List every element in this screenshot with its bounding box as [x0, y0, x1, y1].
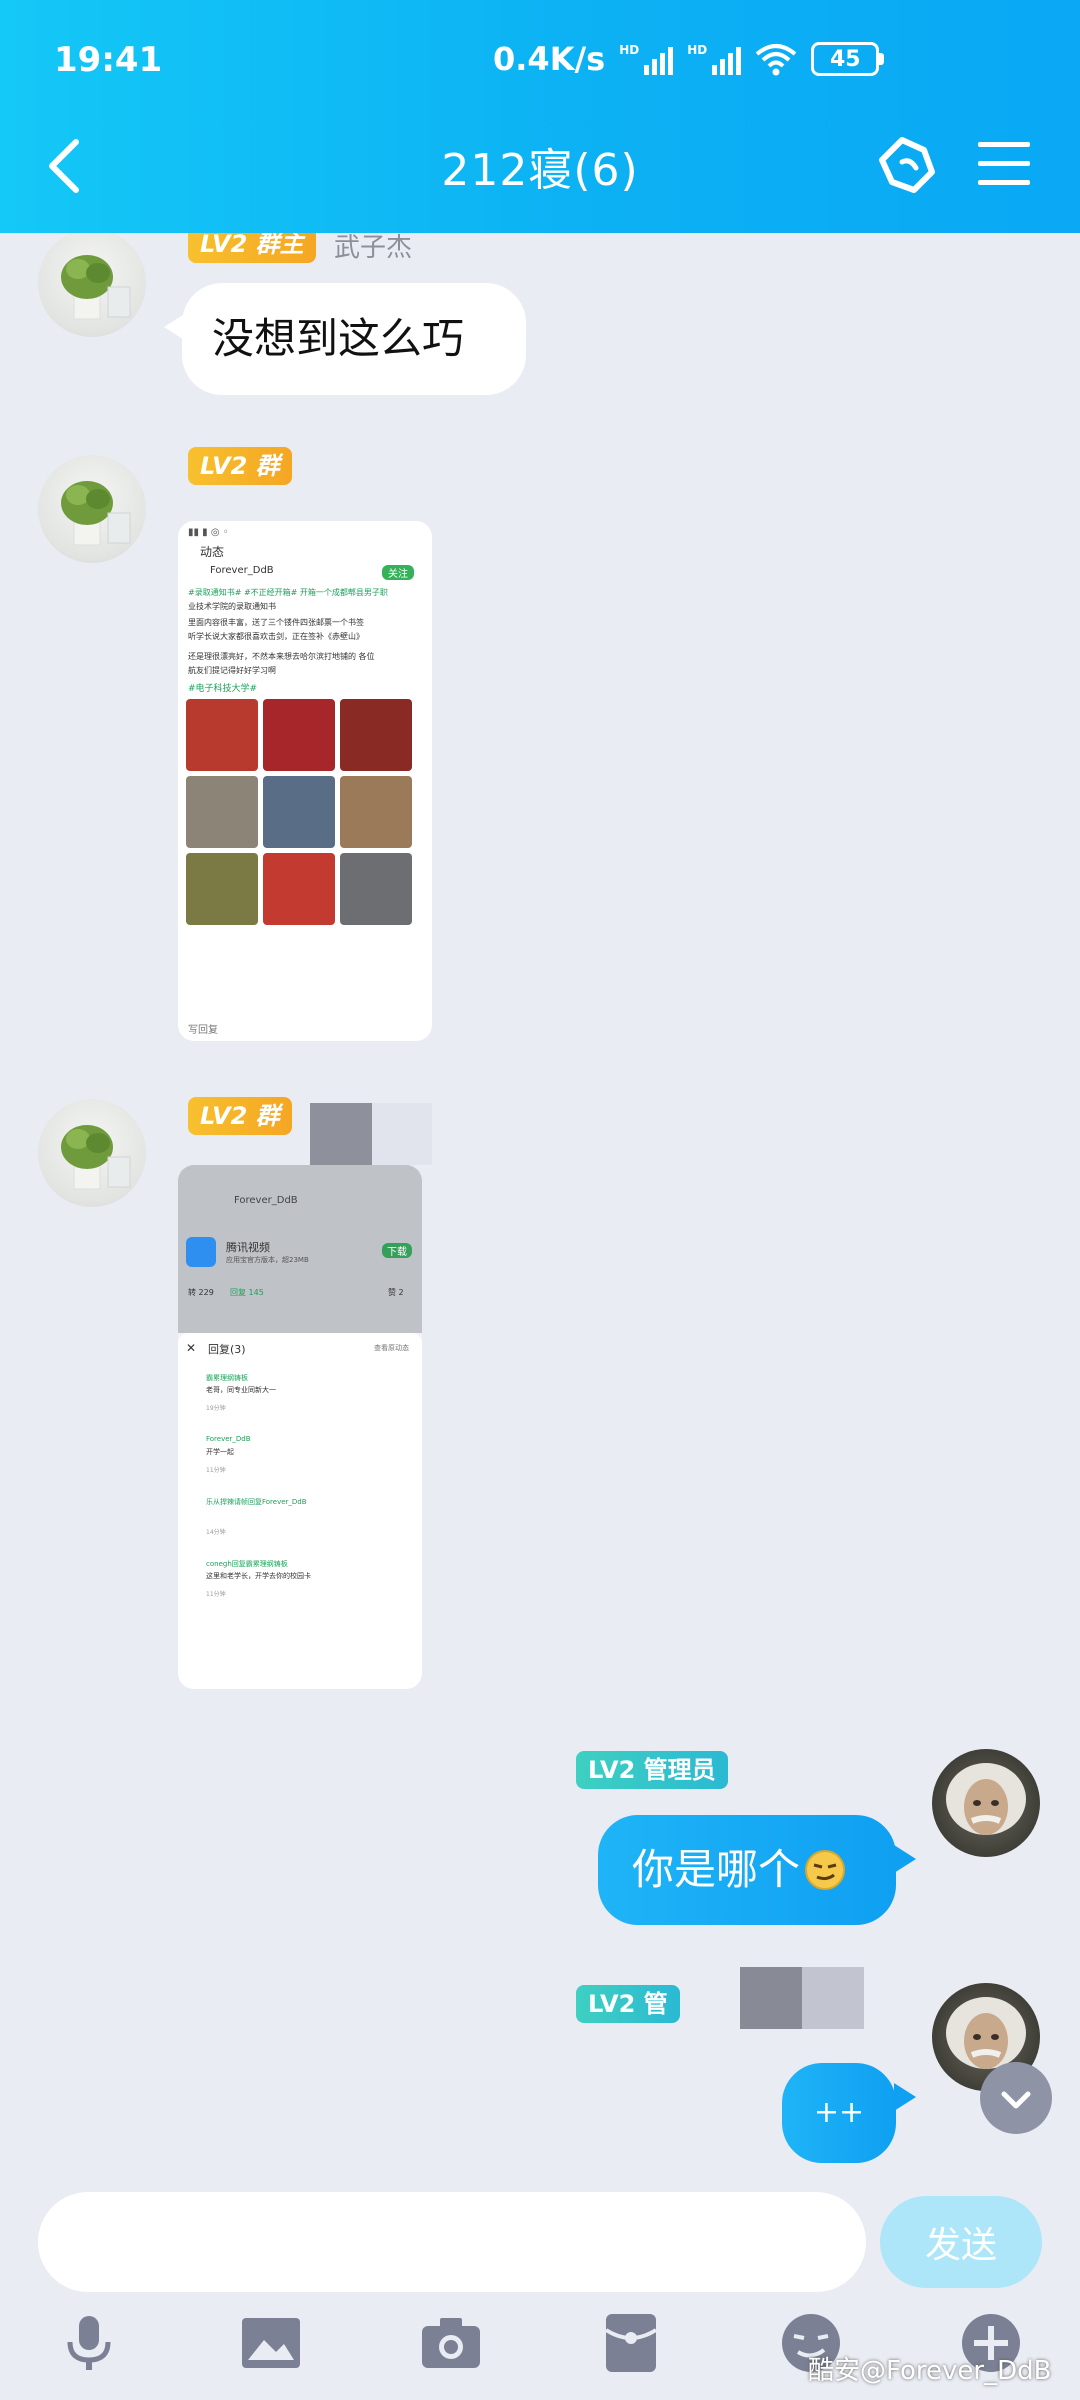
reply-text: 老哥，同专业同新大一	[206, 1386, 276, 1394]
menu-icon[interactable]	[976, 138, 1032, 190]
image-icon[interactable]	[238, 2310, 304, 2376]
avatar[interactable]	[38, 233, 146, 337]
photo-tile	[263, 699, 335, 771]
reply-sheet: ✕ 回复(3) 查看原动态 霸累理纲铸板 老哥，同专业同新大一 19分钟 For…	[178, 1333, 422, 1689]
reply-name: 乐从捍辣请帧回复Forever_DdB	[206, 1498, 307, 1506]
shot-line: 业技术学院的录取通知书	[188, 602, 276, 611]
image-message[interactable]: ▮▮ ▮ ◎ ◦ 动态 Forever_DdB 关注 #录取通知书# #不正经开…	[178, 521, 432, 1041]
network-speed: 0.4K/s	[493, 40, 606, 78]
level-badge: LV2 群主	[188, 233, 316, 263]
reply-time: 11分钟	[206, 1467, 226, 1474]
reply-time: 11分钟	[206, 1591, 226, 1598]
role-badge: LV2 管	[576, 1985, 680, 2023]
battery-icon: 45	[811, 42, 885, 76]
camera-icon[interactable]	[418, 2310, 484, 2376]
shot-tab: 转 229	[188, 1288, 214, 1297]
reply-name: conegh回复霸累理纲铸板	[206, 1560, 288, 1568]
message-text: 你是哪个	[632, 1845, 801, 1894]
sheet-action: 查看原动态	[374, 1344, 409, 1352]
photo-tile	[340, 699, 412, 771]
sender-name: 武子杰	[334, 233, 413, 263]
avatar[interactable]	[932, 1749, 1040, 1857]
message-bubble[interactable]: ++	[782, 2063, 896, 2163]
shot-line: 里面内容很丰富，送了三个镂件四张邮票一个书签	[188, 618, 364, 627]
reply-text: 开学一起	[206, 1448, 234, 1456]
reply-time: 14分钟	[206, 1529, 226, 1536]
message-list[interactable]: LV2 群主 武子杰 没想到这么巧 LV2 群 ▮▮ ▮ ◎ ◦ 动态 Fore…	[0, 233, 1080, 2185]
photo-tile	[186, 699, 258, 771]
pixelated-region	[740, 1967, 802, 2029]
shot-tab: 回复 145	[230, 1288, 264, 1297]
photo-tile	[340, 853, 412, 925]
bubble-tail	[894, 2083, 916, 2111]
shot-user: Forever_DdB	[234, 1195, 298, 1206]
reply-text: 这里和老学长，开学去你的校园卡	[206, 1572, 311, 1580]
avatar[interactable]	[38, 1099, 146, 1207]
shot-follow: 关注	[382, 565, 414, 580]
message-text: 没想到这么巧	[212, 314, 465, 363]
sheet-title: 回复(3)	[208, 1343, 246, 1356]
role-badge: LV2 管理员	[576, 1751, 728, 1789]
shot-tab: 赞 2	[388, 1288, 404, 1297]
wifi-icon	[755, 44, 797, 76]
chat-header: 19:41 0.4K/s HD HD 45 212寝(6)	[0, 0, 1080, 233]
shot-nav-title: 动态	[200, 545, 225, 559]
level-badge: LV2 群	[188, 1097, 292, 1135]
shot-footer: 写回复	[188, 1025, 218, 1036]
shot-status: ▮▮ ▮ ◎ ◦	[188, 527, 229, 538]
message-bubble[interactable]: 你是哪个	[598, 1815, 896, 1925]
shot-download: 下载	[382, 1243, 412, 1258]
app-logo	[186, 1237, 216, 1267]
smirk-emoji-icon	[805, 1850, 846, 1890]
pixelated-region	[802, 1967, 864, 2029]
photo-tile	[186, 853, 258, 925]
avatar[interactable]	[38, 455, 146, 563]
photo-tile	[263, 776, 335, 848]
microphone-icon[interactable]	[56, 2310, 122, 2376]
shot-line: 还是理很漂亮好，不然本来想去哈尔滨打地铺的 各位	[188, 652, 375, 661]
watermark: 酷安@Forever_DdB	[808, 2356, 1052, 2386]
chevron-down-icon	[1001, 2091, 1031, 2109]
pixelated-region	[310, 1103, 372, 1165]
signal-icon: HD	[619, 43, 674, 75]
signal-icon-2: HD	[687, 43, 742, 75]
sheet-close: ✕	[186, 1341, 197, 1355]
reply-name: Forever_DdB	[206, 1435, 251, 1443]
shot-line: 听学长说大家都很喜欢击剑，正在签补《赤壁山》	[188, 632, 364, 641]
message-input[interactable]	[38, 2192, 866, 2292]
message-bubble[interactable]: 没想到这么巧	[182, 283, 526, 395]
reply-name: 霸累理纲铸板	[206, 1374, 248, 1382]
pixelated-region	[372, 1103, 432, 1165]
shot-app-sub: 应用宝官方版本，超23MB	[226, 1256, 309, 1264]
bubble-tail	[894, 1845, 916, 1873]
shot-tag: #电子科技大学#	[188, 684, 258, 694]
photo-tile	[186, 776, 258, 848]
level-badge: LV2 群	[188, 447, 292, 485]
message-text: ++	[813, 2095, 865, 2130]
photo-tile	[263, 853, 335, 925]
scroll-to-bottom-button[interactable]	[980, 2062, 1052, 2134]
photo-tile	[340, 776, 412, 848]
red-packet-icon[interactable]	[598, 2310, 664, 2376]
shot-line: #录取通知书# #不正经开箱# 开箱一个成都郫县男子职	[188, 588, 388, 597]
shot-app-name: 腾讯视频	[226, 1241, 270, 1254]
shot-line: 航友们提记得好好学习啊	[188, 666, 276, 675]
voice-call-icon[interactable]	[872, 130, 942, 200]
shot-user: Forever_DdB	[210, 565, 274, 576]
image-message[interactable]: Forever_DdB 腾讯视频 应用宝官方版本，超23MB 下载 转 229 …	[178, 1165, 422, 1689]
send-button[interactable]: 发送	[880, 2196, 1042, 2288]
status-right: 0.4K/s HD HD 45	[493, 40, 885, 78]
reply-time: 19分钟	[206, 1405, 226, 1412]
status-time: 19:41	[54, 40, 163, 80]
